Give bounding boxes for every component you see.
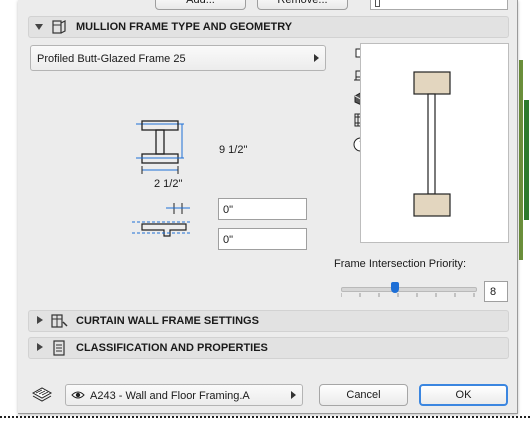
section-title: CLASSIFICATION AND PROPERTIES (76, 342, 268, 354)
chevron-right-icon (291, 391, 296, 399)
mullion-preview-drawing (413, 71, 451, 217)
priority-label: Frame Intersection Priority: (334, 258, 467, 270)
offset-dimension-diagram (132, 203, 192, 237)
priority-slider-handle[interactable] (391, 282, 400, 293)
section-classification[interactable]: CLASSIFICATION AND PROPERTIES (28, 337, 509, 359)
collapse-icon[interactable] (35, 24, 43, 30)
dialog-footer: A243 - Wall and Floor Framing.A Cancel O… (18, 375, 517, 413)
mullion-settings-dialog: Add... Remove... MULLION FRAME TYPE AND … (18, 0, 518, 414)
frame-settings-icon (51, 314, 68, 328)
document-list-icon (53, 340, 65, 356)
model-element (0, 416, 530, 418)
eye-icon (71, 391, 85, 399)
ok-button[interactable]: OK (419, 384, 508, 406)
layer-value: A243 - Wall and Floor Framing.A (90, 390, 250, 402)
model-element (519, 60, 523, 260)
section-title: CURTAIN WALL FRAME SETTINGS (76, 315, 259, 327)
expand-icon[interactable] (37, 343, 43, 351)
model-element (524, 100, 529, 220)
mullion-geometry-icon (52, 20, 66, 34)
field-icon (375, 0, 380, 7)
priority-input[interactable]: 8 (484, 281, 508, 302)
remove-button[interactable]: Remove... (257, 0, 348, 10)
frame-type-value: Profiled Butt-Glazed Frame 25 (37, 53, 186, 65)
chevron-right-icon (314, 54, 319, 62)
section-title: MULLION FRAME TYPE AND GEOMETRY (76, 21, 293, 33)
offset-input-1[interactable]: 0" (218, 198, 307, 220)
offset-input-2[interactable]: 0" (218, 228, 307, 250)
mullion-preview (360, 43, 509, 243)
expand-icon[interactable] (37, 316, 43, 324)
cancel-button[interactable]: Cancel (319, 384, 408, 406)
profile-dimension-diagram (136, 120, 184, 174)
priority-slider[interactable] (341, 287, 477, 292)
top-field[interactable] (370, 0, 508, 10)
layer-stack-icon (31, 387, 53, 402)
frame-type-dropdown[interactable]: Profiled Butt-Glazed Frame 25 (30, 45, 326, 71)
depth-value: 9 1/2" (219, 144, 248, 156)
section-mullion-geometry[interactable]: MULLION FRAME TYPE AND GEOMETRY (28, 16, 509, 38)
add-button[interactable]: Add... (155, 0, 246, 10)
section-frame-settings[interactable]: CURTAIN WALL FRAME SETTINGS (28, 310, 509, 332)
slider-ticks (341, 293, 475, 297)
layer-dropdown[interactable]: A243 - Wall and Floor Framing.A (65, 384, 303, 406)
width-value: 2 1/2" (154, 178, 183, 190)
